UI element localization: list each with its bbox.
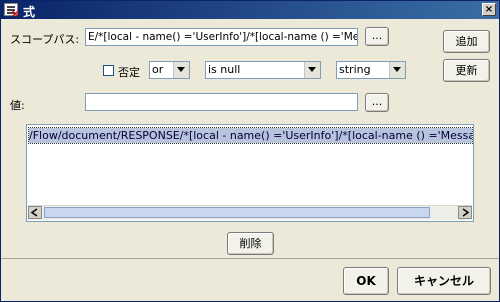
chevron-down-icon [173,62,189,78]
list-item[interactable]: /Flow/document/RESPONSE/*[local - name()… [28,127,473,144]
chevron-right-icon [462,208,470,217]
logic-operator-select[interactable]: or [149,61,190,79]
window-title: 式 [23,5,36,19]
chevron-down-icon [304,62,320,78]
expression-list[interactable]: /Flow/document/RESPONSE/*[local - name()… [26,124,474,222]
scope-path-label: スコープパス: [10,33,80,46]
chevron-down-icon [389,62,405,78]
comparison-value: is null [208,63,241,76]
scope-path-input[interactable]: E/*[local - name() ='UserInfo']/*[local-… [85,28,358,46]
ok-button[interactable]: OK [343,267,389,295]
scroll-thumb[interactable] [44,207,430,218]
close-button[interactable]: × [482,3,496,16]
value-input[interactable] [85,93,358,111]
data-type-select[interactable]: string [336,61,406,79]
footer-divider [1,258,499,259]
horizontal-scrollbar[interactable] [28,205,472,220]
cancel-button[interactable]: キャンセル [397,267,491,295]
value-label: 値: [10,99,25,112]
negate-label: 否定 [118,66,140,79]
comparison-select[interactable]: is null [205,61,321,79]
data-type-value: string [339,63,371,76]
expression-dialog: 式 × スコープパス: E/*[local - name() ='UserInf… [0,0,500,302]
expression-icon [4,3,20,20]
logic-operator-value: or [152,63,164,76]
scroll-left-button[interactable] [28,206,42,219]
scroll-right-button[interactable] [458,206,472,219]
delete-button[interactable]: 削除 [227,232,274,255]
title-bar[interactable]: 式 × [1,1,499,20]
chevron-left-icon [30,208,38,217]
add-button[interactable]: 追加 [443,30,490,53]
negate-checkbox[interactable] [103,65,114,76]
scope-path-browse-button[interactable]: ... [365,27,389,46]
update-button[interactable]: 更新 [443,59,490,82]
value-browse-button[interactable]: ... [365,93,389,112]
